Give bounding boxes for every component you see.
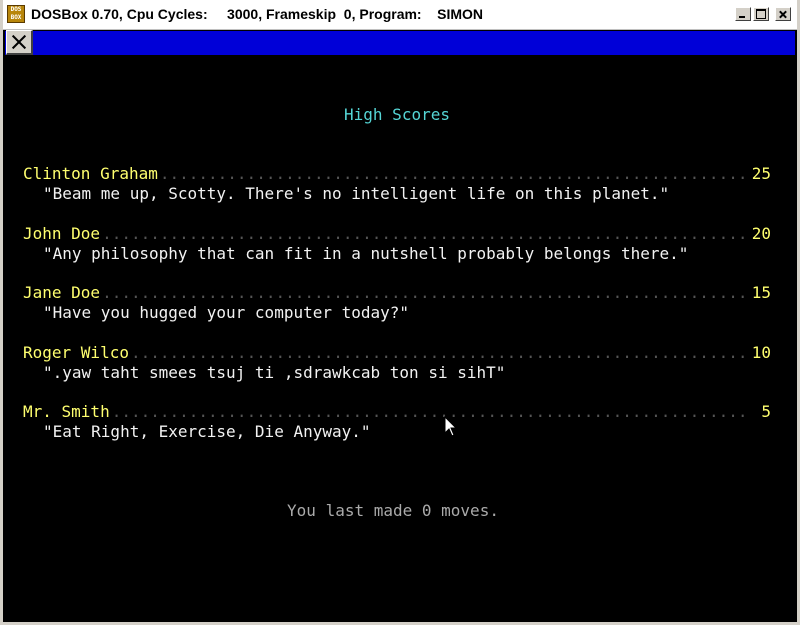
player-name: Roger Wilco [23, 343, 129, 362]
player-score: 20 [751, 224, 771, 243]
title-bar[interactable]: DOS BOX DOSBox 0.70, Cpu Cycles: 3000, Fr… [3, 0, 797, 30]
player-score: 25 [751, 164, 771, 183]
minimize-icon[interactable] [735, 7, 751, 21]
player-name: Mr. Smith [23, 402, 110, 421]
dosbox-app-icon[interactable]: DOS BOX [7, 5, 25, 23]
player-name: Clinton Graham [23, 164, 158, 183]
player-quote: "Beam me up, Scotty. There's no intellig… [43, 184, 670, 203]
player-quote: "Any philosophy that can fit in a nutshe… [43, 244, 689, 263]
score-entry: Mr. Smith ..............................… [23, 402, 771, 442]
player-name: John Doe [23, 224, 101, 243]
close-icon[interactable] [775, 7, 791, 21]
player-quote: "Have you hugged your computer today?" [43, 303, 410, 322]
score-entry: Clinton Graham .........................… [23, 164, 771, 204]
dosbox-window: DOS BOX DOSBox 0.70, Cpu Cycles: 3000, Fr… [0, 0, 800, 625]
score-entry: Jane Doe ...............................… [23, 283, 771, 323]
player-score: 10 [751, 343, 771, 362]
dot-leader: ........................................… [102, 283, 745, 302]
game-menu-strip [5, 31, 795, 55]
game-screen[interactable]: High Scores Clinton Graham .............… [3, 56, 797, 622]
mouse-pointer-icon [444, 416, 458, 437]
maximize-icon[interactable] [753, 7, 769, 21]
score-entry: Roger Wilco ............................… [23, 343, 771, 383]
player-score: 15 [751, 283, 771, 302]
score-entry: John Doe ...............................… [23, 224, 771, 264]
player-quote: ".yaw taht smees tsuj ti ,sdrawkcab ton … [43, 363, 506, 382]
player-quote: "Eat Right, Exercise, Die Anyway." [43, 422, 371, 441]
high-scores-heading: High Scores [344, 105, 450, 124]
game-close-icon[interactable] [6, 30, 33, 55]
dot-leader: ........................................… [111, 402, 745, 421]
player-name: Jane Doe [23, 283, 101, 302]
dot-leader: ........................................… [159, 164, 745, 183]
player-score: 5 [761, 402, 771, 421]
moves-message: You last made 0 moves. [287, 501, 499, 520]
window-title: DOSBox 0.70, Cpu Cycles: 3000, Frameskip… [31, 6, 484, 22]
dot-leader: ........................................… [102, 224, 745, 243]
dot-leader: ........................................… [130, 343, 745, 362]
